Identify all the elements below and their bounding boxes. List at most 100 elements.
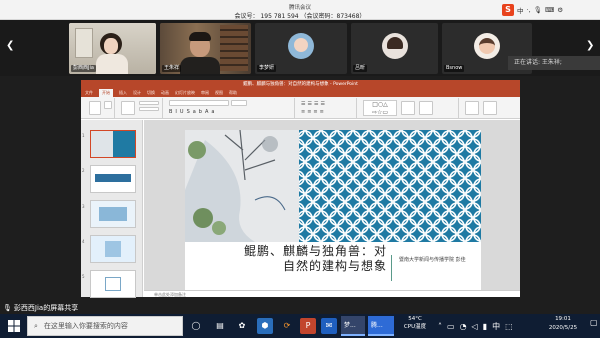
slide-thumbnail-4[interactable] bbox=[90, 235, 136, 263]
slide-number: 4 bbox=[82, 239, 85, 244]
taskbar-app-label: 梦... bbox=[344, 322, 356, 329]
cut-icon[interactable] bbox=[104, 101, 112, 109]
video-tile-3[interactable]: 李梦妍 bbox=[255, 23, 347, 74]
slide-thumbnail-1[interactable] bbox=[90, 130, 136, 158]
cpu-temp-label: CPU温度 bbox=[403, 324, 427, 330]
paragraph-icons[interactable]: ☰☰☰☰ bbox=[301, 101, 327, 107]
slide-title-line-2: 自然的建构与想象 bbox=[282, 259, 387, 273]
bookshelf bbox=[220, 25, 248, 71]
font-group: BIUSabAa bbox=[165, 98, 295, 118]
slide-title[interactable]: 鲲鹏、麒麟与独角兽：对 自然的建构与想象 bbox=[195, 244, 387, 274]
drawing-group: □○△ ⇨☆▭ bbox=[359, 98, 459, 118]
sogou-logo-icon[interactable]: S bbox=[502, 4, 514, 16]
powerpoint-icon[interactable]: P bbox=[300, 318, 316, 334]
person-face bbox=[104, 38, 118, 54]
avatar bbox=[474, 33, 500, 59]
video-tile-2[interactable]: 王朱祥 bbox=[160, 23, 251, 74]
ime-toolbar[interactable]: S 中 ·, 🎙 ⌨ ⚙ bbox=[502, 3, 600, 17]
align-icons[interactable]: ≡≡≡≡ bbox=[301, 109, 326, 115]
slide-thumbnail-2[interactable] bbox=[90, 165, 136, 193]
taskbar-clock[interactable]: 19:01 2020/5/25 bbox=[538, 315, 588, 337]
slide-thumbnail-5[interactable] bbox=[90, 270, 136, 298]
video-tile-4[interactable]: 吕昕 bbox=[351, 23, 438, 74]
file-explorer-icon[interactable]: ▤ bbox=[212, 318, 228, 334]
editing-group bbox=[461, 98, 517, 118]
new-slide-button[interactable] bbox=[121, 101, 135, 115]
network-icon[interactable]: ▭ bbox=[447, 322, 455, 331]
slide-number: 1 bbox=[82, 133, 85, 138]
search-placeholder: 在这里输入你要搜索的内容 bbox=[43, 322, 128, 330]
ribbon-tab[interactable]: 开始 bbox=[99, 89, 113, 97]
search-icon: ⌕ bbox=[34, 321, 38, 330]
screen-share-label: 🎙 彭西西Jia的屏幕共享 bbox=[0, 303, 160, 314]
speaking-indicator: 正在讲话: 王朱祥; bbox=[508, 56, 600, 70]
taskbar-search-box[interactable]: ⌕ 在这里输入你要搜索的内容 bbox=[27, 316, 183, 336]
battery-icon[interactable]: ▮ bbox=[483, 322, 487, 331]
reset-button[interactable] bbox=[139, 107, 159, 111]
ribbon-tab[interactable]: 插入 bbox=[119, 89, 127, 97]
title-divider bbox=[391, 255, 392, 281]
microphone-icon[interactable]: 🎙 bbox=[534, 6, 542, 14]
notes-placeholder[interactable]: 单击此处添加备注 bbox=[144, 290, 520, 297]
slide-canvas[interactable]: 鲲鹏、麒麟与独角兽：对 自然的建构与想象 暨南大学新闻与传播学院 彭佳 bbox=[144, 120, 520, 297]
ribbon-tab[interactable]: 幻灯片放映 bbox=[175, 89, 195, 97]
ppt-ribbon-tabs: 文件 开始 插入 设计 切换 动画 幻灯片放映 审阅 视图 帮助 bbox=[81, 89, 520, 97]
sync-app-icon[interactable]: ⟳ bbox=[279, 318, 295, 334]
volume-icon[interactable]: ◁ bbox=[472, 322, 478, 331]
ribbon-tab[interactable]: 文件 bbox=[85, 89, 93, 97]
find-icon[interactable] bbox=[465, 101, 479, 115]
slide-subtitle[interactable]: 暨南大学新闻与传播学院 彭佳 bbox=[399, 257, 479, 264]
person-body bbox=[96, 54, 128, 74]
replace-icon[interactable] bbox=[483, 101, 497, 115]
slide-number: 2 bbox=[82, 168, 85, 173]
ribbon-tab[interactable]: 帮助 bbox=[229, 89, 237, 97]
shapes-gallery[interactable]: □○△ ⇨☆▭ bbox=[363, 100, 397, 116]
person-body bbox=[180, 57, 220, 74]
taskbar-app-2[interactable]: 腾... bbox=[368, 316, 394, 336]
font-family-select[interactable] bbox=[169, 100, 229, 106]
taskbar-app-1[interactable]: 梦... bbox=[341, 316, 365, 336]
ime-punct-toggle[interactable]: ·, bbox=[527, 6, 531, 14]
mail-icon[interactable]: ✉ bbox=[321, 318, 337, 334]
ribbon-tab[interactable]: 设计 bbox=[133, 89, 141, 97]
participant-name: 彭西西Jia bbox=[71, 65, 96, 72]
video-tile-1[interactable]: 彭西西Jia bbox=[69, 23, 156, 74]
layout-button[interactable] bbox=[139, 101, 159, 105]
slide-thumbnail-pane[interactable]: 1 2 3 4 5 bbox=[81, 120, 143, 298]
quick-styles-button[interactable] bbox=[419, 101, 433, 115]
app-tray-icon[interactable]: ⬚ bbox=[505, 322, 513, 331]
microphone-icon: 🎙 bbox=[3, 304, 12, 312]
arrange-button[interactable] bbox=[401, 101, 415, 115]
slides-group bbox=[117, 98, 163, 118]
prev-page-icon[interactable]: ❮ bbox=[6, 40, 14, 51]
background-window bbox=[75, 28, 93, 58]
taskbar-app-label: 腾... bbox=[371, 322, 383, 329]
pinwheel-app-icon[interactable]: ✿ bbox=[234, 318, 250, 334]
app-icon[interactable]: ⬢ bbox=[257, 318, 273, 334]
paste-button[interactable] bbox=[89, 101, 101, 115]
powerpoint-window[interactable]: 鲲鹏、麒麟与独角兽：对自然的建构与想象 - PowerPoint 文件 开始 插入设… bbox=[81, 80, 520, 298]
ribbon-tab[interactable]: 切换 bbox=[147, 89, 155, 97]
clipboard-group bbox=[85, 98, 115, 118]
chevron-up-icon[interactable]: ˄ bbox=[438, 322, 442, 331]
keyboard-icon[interactable]: ⌨ bbox=[545, 6, 554, 14]
next-page-icon[interactable]: ❯ bbox=[586, 40, 594, 51]
slide-thumbnail-3[interactable] bbox=[90, 200, 136, 228]
ime-mode-toggle[interactable]: 中 bbox=[517, 5, 524, 15]
avatar bbox=[382, 33, 408, 59]
font-format-icons[interactable]: BIUSabAa bbox=[169, 109, 217, 115]
notification-icon[interactable]: ▢ bbox=[590, 318, 598, 327]
task-view-icon[interactable]: ◯ bbox=[188, 318, 204, 334]
font-size-select[interactable] bbox=[231, 100, 247, 106]
ribbon-tab[interactable]: 审阅 bbox=[201, 89, 209, 97]
participant-name: 李梦妍 bbox=[257, 65, 277, 72]
input-method-icon[interactable]: 中 bbox=[492, 321, 500, 332]
ribbon-tab[interactable]: 动画 bbox=[161, 89, 169, 97]
ribbon-tab[interactable]: 视图 bbox=[215, 89, 223, 97]
cpu-temp-widget[interactable]: 54°C CPU温度 bbox=[398, 315, 432, 337]
windows-start-icon[interactable] bbox=[8, 320, 20, 332]
wifi-icon[interactable]: ◔ bbox=[460, 322, 467, 331]
settings-icon[interactable]: ⚙ bbox=[557, 6, 563, 14]
ppt-title-bar: 鲲鹏、麒麟与独角兽：对自然的建构与想象 - PowerPoint bbox=[81, 80, 520, 89]
current-slide[interactable]: 鲲鹏、麒麟与独角兽：对 自然的建构与想象 暨南大学新闻与传播学院 彭佳 bbox=[185, 130, 481, 296]
